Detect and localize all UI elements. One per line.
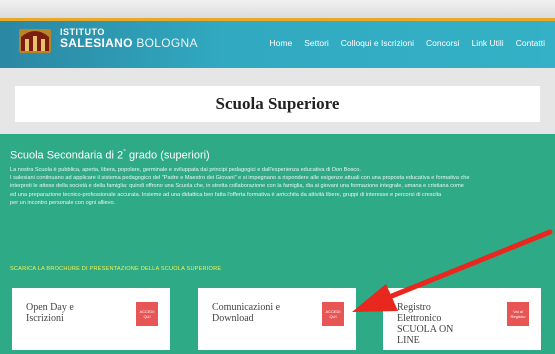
section-heading: Scuola Secondaria di 2° grado (superiori… bbox=[10, 149, 210, 162]
brand-line-2[interactable]: SALESIANO BOLOGNA bbox=[60, 36, 198, 50]
body-line: ed una preparazione tecnico-professional… bbox=[10, 191, 442, 198]
brand-city: BOLOGNA bbox=[136, 36, 198, 50]
nav-colloqui[interactable]: Colloqui e Iscrizioni bbox=[341, 38, 414, 48]
nav-link-utili[interactable]: Link Utili bbox=[472, 38, 504, 48]
body-line: I salesiani continuano ad applicare il s… bbox=[10, 175, 470, 182]
nav-home[interactable]: Home bbox=[270, 38, 293, 48]
section-body: La nostra Scuola è pubblica, aperta, lib… bbox=[10, 166, 555, 207]
nav-settori[interactable]: Settori bbox=[304, 38, 329, 48]
card-open-day: Open Day e Iscrizioni ACCEDI QUI bbox=[12, 288, 170, 350]
nav-contatti[interactable]: Contatti bbox=[516, 38, 545, 48]
body-line: La nostra Scuola è pubblica, aperta, lib… bbox=[10, 167, 361, 173]
registro-button[interactable]: Vai al Registro bbox=[507, 302, 529, 326]
card-registro: Registro Elettronico SCUOLA ON LINE Vai … bbox=[383, 288, 541, 350]
institute-logo-icon[interactable] bbox=[18, 21, 52, 55]
comunicazioni-button[interactable]: ACCEDI QUI bbox=[322, 302, 344, 326]
open-day-button[interactable]: ACCEDI QUI bbox=[136, 302, 158, 326]
top-strip bbox=[0, 0, 555, 18]
card-label: Comunicazioni e Download bbox=[212, 302, 281, 324]
brand-name: SALESIANO bbox=[60, 36, 133, 50]
card-comunicazioni: Comunicazioni e Download ACCEDI QUI bbox=[198, 288, 356, 350]
card-label: Open Day e Iscrizioni bbox=[26, 302, 74, 324]
body-line: interpreti le attese della società e del… bbox=[10, 183, 464, 190]
brochure-link[interactable]: SCARICA LA BROCHURE DI PRESENTAZIONE DEL… bbox=[10, 266, 221, 272]
heading-part-1: Scuola Secondaria di 2 bbox=[10, 149, 124, 162]
body-line: per un incontro personale con ogni allie… bbox=[10, 199, 116, 206]
card-label: Registro Elettronico SCUOLA ON LINE bbox=[397, 302, 454, 346]
page-title-box: Scuola Superiore bbox=[15, 86, 540, 122]
page-title: Scuola Superiore bbox=[215, 94, 340, 113]
nav-concorsi[interactable]: Concorsi bbox=[426, 38, 460, 48]
heading-part-2: grado (superiori) bbox=[125, 149, 210, 162]
main-nav: Home Settori Colloqui e Iscrizioni Conco… bbox=[270, 38, 545, 48]
